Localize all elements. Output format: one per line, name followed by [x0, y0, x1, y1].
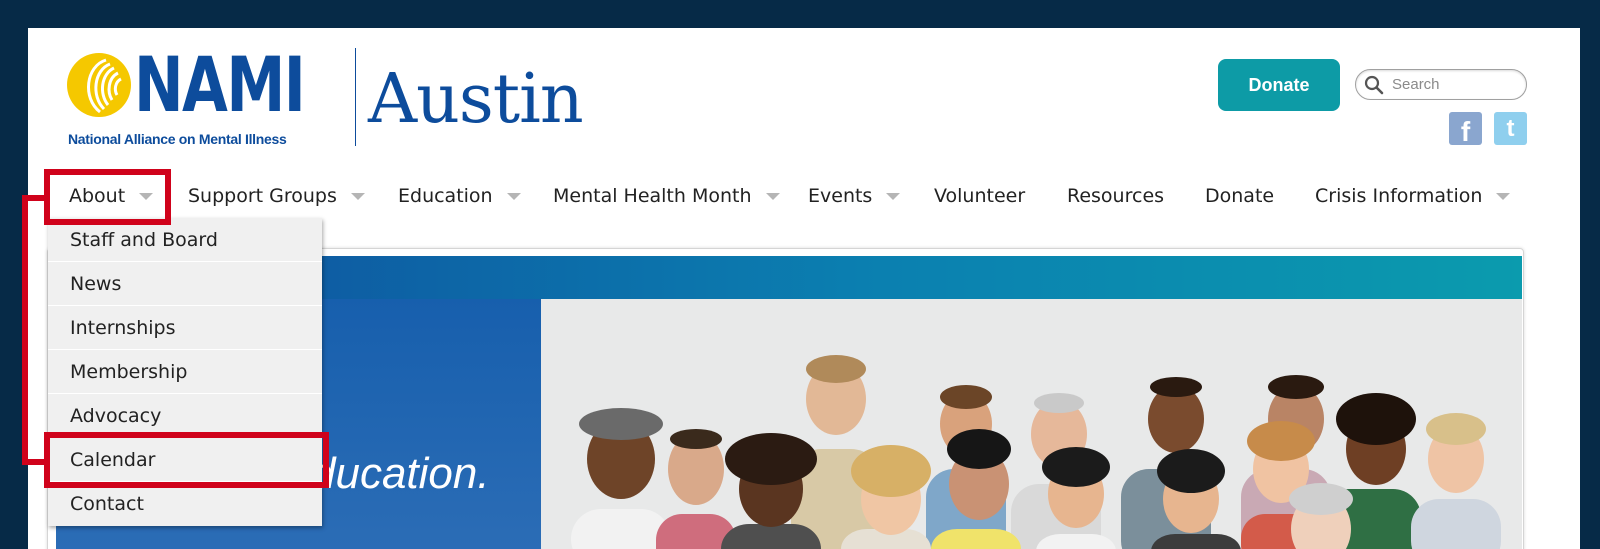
nav-item-label: Resources — [1067, 185, 1165, 207]
page: NAMI National Alliance on Mental Illness… — [28, 28, 1580, 549]
nav-item-label: About — [69, 185, 126, 207]
nav-item-mental-health-month[interactable]: Mental Health Month — [553, 176, 780, 216]
nav-item-label: Donate — [1205, 185, 1275, 207]
search-icon — [1364, 75, 1384, 94]
logo-divider — [355, 48, 356, 146]
nav-item-volunteer[interactable]: Volunteer — [934, 176, 1025, 216]
nav-item-label: Mental Health Month — [553, 185, 752, 207]
menu-item-news[interactable]: News — [48, 262, 322, 306]
menu-item-membership[interactable]: Membership — [48, 350, 322, 394]
nav-item-label: Crisis Information — [1315, 185, 1483, 207]
nav-item-crisis-information[interactable]: Crisis Information — [1315, 176, 1511, 216]
chevron-down-icon — [139, 192, 154, 200]
twitter-icon: t — [1506, 114, 1515, 142]
donate-button[interactable]: Donate — [1218, 59, 1340, 111]
menu-item-internships[interactable]: Internships — [48, 306, 322, 350]
menu-item-staff-and-board[interactable]: Staff and Board — [48, 218, 322, 262]
facebook-link[interactable]: f — [1449, 112, 1482, 147]
nami-logo-mark-icon — [67, 53, 131, 117]
about-dropdown-menu: Staff and Board News Internships Members… — [48, 218, 322, 526]
nav-item-donate[interactable]: Donate — [1205, 176, 1274, 216]
search-input[interactable] — [1390, 75, 1514, 94]
nav-item-education[interactable]: Education — [398, 176, 521, 216]
nav-item-events[interactable]: Events — [808, 176, 901, 216]
search-box[interactable] — [1355, 69, 1527, 100]
nav-item-label: Education — [398, 185, 493, 207]
nav-item-label: Events — [808, 185, 873, 207]
logo-brand-text: NAMI — [134, 40, 306, 129]
nav-item-resources[interactable]: Resources — [1067, 176, 1164, 216]
people-group-illustration — [541, 299, 1522, 549]
facebook-icon: f — [1460, 115, 1471, 147]
nav-item-support-groups[interactable]: Support Groups — [188, 176, 365, 216]
logo-tagline: National Alliance on Mental Illness — [68, 131, 287, 147]
menu-item-advocacy[interactable]: Advocacy — [48, 394, 322, 438]
chevron-down-icon — [765, 192, 780, 200]
logo-city-text: Austin — [368, 60, 584, 139]
chevron-down-icon — [886, 192, 901, 200]
nav-item-label: Volunteer — [934, 185, 1026, 207]
nav-item-label: Support Groups — [188, 185, 337, 207]
hero-headline: ducation. — [311, 449, 490, 498]
chevron-down-icon — [506, 192, 521, 200]
menu-item-contact[interactable]: Contact — [48, 482, 322, 526]
chevron-down-icon — [1496, 192, 1511, 200]
menu-item-calendar[interactable]: Calendar — [48, 438, 322, 482]
twitter-link[interactable]: t — [1494, 112, 1527, 145]
group-photo — [541, 299, 1522, 549]
chevron-down-icon — [350, 192, 365, 200]
nav-item-about[interactable]: About — [69, 176, 154, 216]
